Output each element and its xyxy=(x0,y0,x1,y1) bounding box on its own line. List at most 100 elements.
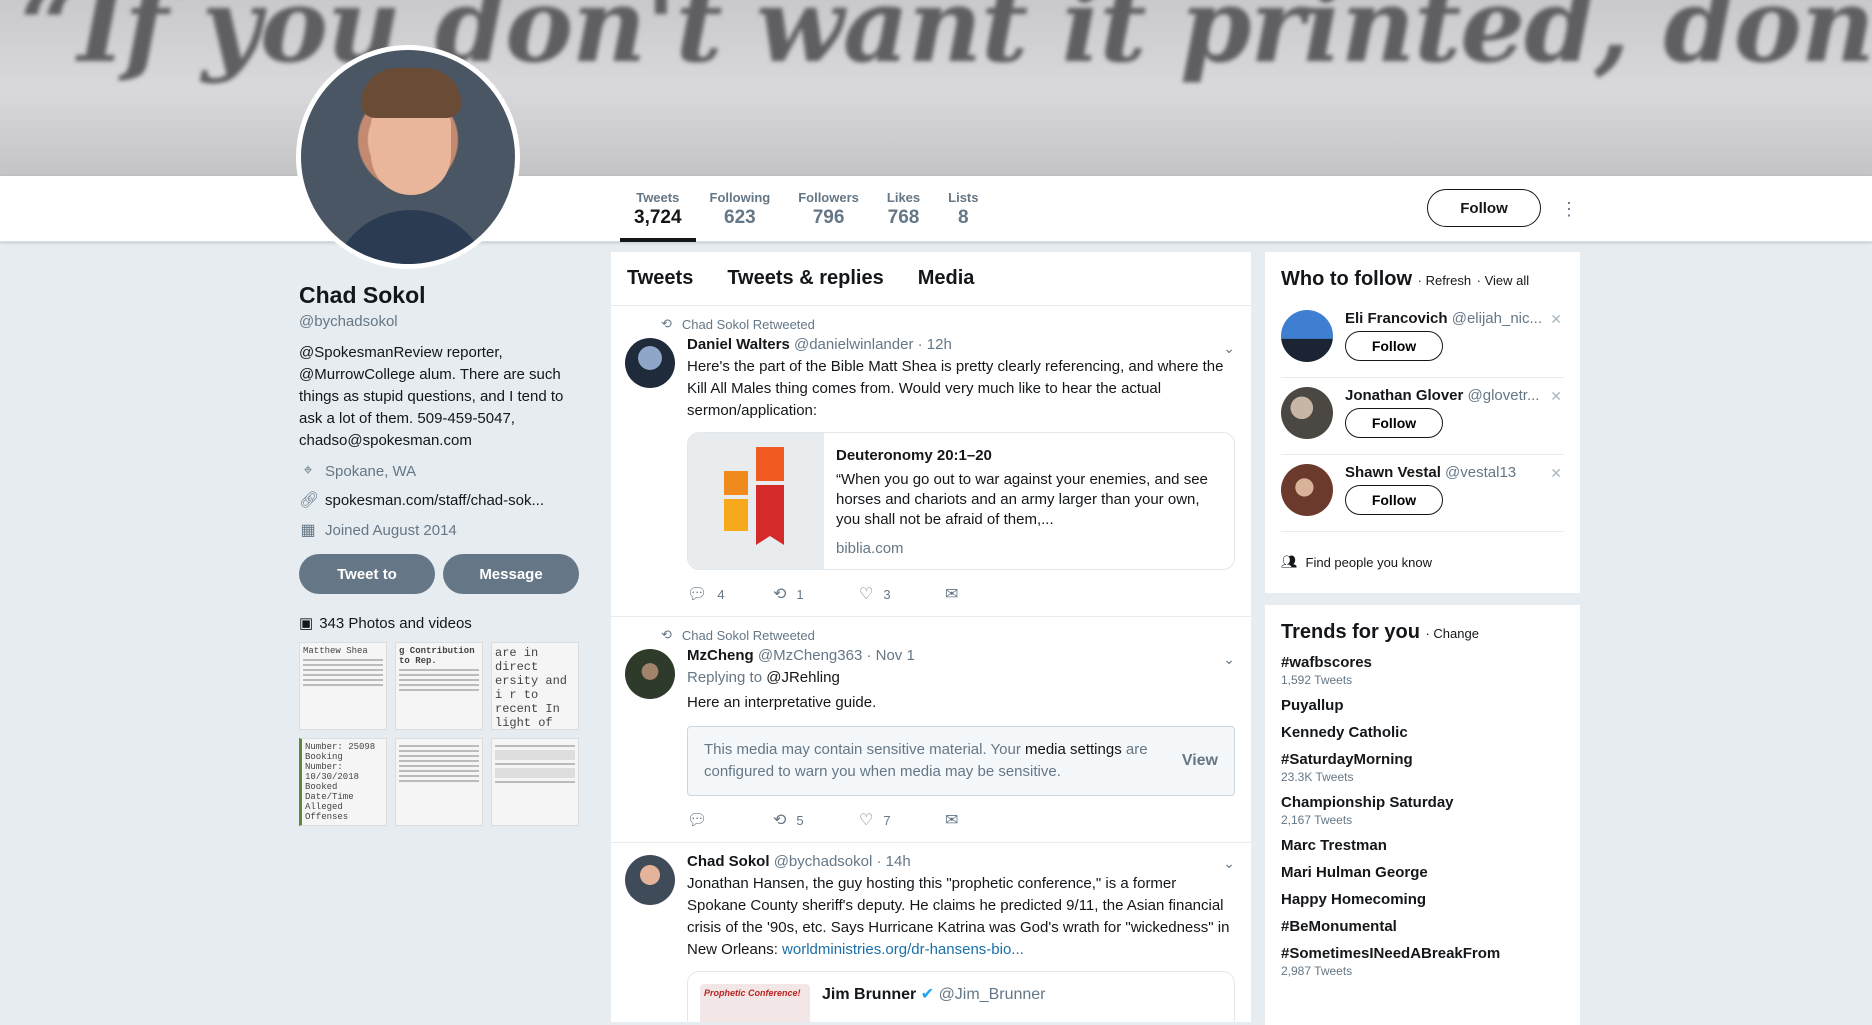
tab-media[interactable]: Media xyxy=(918,267,975,290)
trend-item[interactable]: #BeMonumental xyxy=(1281,918,1564,935)
suggested-user-handle[interactable]: @elijah_nic... xyxy=(1452,310,1542,327)
trend-item[interactable]: Marc Trestman xyxy=(1281,837,1564,854)
change-trends-link[interactable]: · Change xyxy=(1425,626,1478,641)
direct-message-button[interactable]: ✉ xyxy=(945,810,1031,830)
follow-suggested-button[interactable]: Follow xyxy=(1345,408,1443,438)
trend-item[interactable]: Championship Saturday 2,167 Tweets xyxy=(1281,794,1564,827)
like-button[interactable]: ♡ 3 xyxy=(859,584,945,604)
tweet-author-name[interactable]: Chad Sokol xyxy=(687,853,770,870)
message-button[interactable]: Message xyxy=(443,554,579,594)
refresh-link[interactable]: · Refresh xyxy=(1418,273,1471,288)
trend-item[interactable]: Mari Hulman George xyxy=(1281,864,1564,881)
reply-icon: 💬︎ xyxy=(687,812,708,829)
chevron-down-icon[interactable]: ⌄ xyxy=(1223,340,1235,357)
photo-icon: ▣ xyxy=(299,615,314,632)
photo-thumbnail[interactable]: Matthew Shea xyxy=(299,642,387,730)
like-button[interactable]: ♡ 7 xyxy=(859,810,945,830)
trend-item[interactable]: Happy Homecoming xyxy=(1281,891,1564,908)
tweet-time[interactable]: · 14h xyxy=(876,853,910,870)
avatar[interactable] xyxy=(625,855,675,905)
photo-thumbnail[interactable]: g Contribution to Rep. xyxy=(395,642,483,730)
tweet-author-handle[interactable]: @danielwinlander xyxy=(794,336,913,353)
retweet-button[interactable]: ⟲ 5 xyxy=(773,810,859,830)
tweet[interactable]: ⟲ Chad Sokol Retweeted ⌄ MzCheng @MzCheng… xyxy=(611,617,1251,843)
stat-likes[interactable]: Likes 768 xyxy=(873,176,934,242)
follow-suggested-button[interactable]: Follow xyxy=(1345,485,1443,515)
tweet-time[interactable]: · Nov 1 xyxy=(866,647,914,664)
tweet-author-name[interactable]: Daniel Walters xyxy=(687,336,790,353)
view-all-link[interactable]: · View all xyxy=(1477,273,1530,288)
link-card[interactable]: Deuteronomy 20:1–20 “When you go out to … xyxy=(687,432,1235,570)
find-people-link[interactable]: 👥︎ Find people you know xyxy=(1281,554,1564,570)
trend-item[interactable]: Puyallup xyxy=(1281,697,1564,714)
card-logo xyxy=(688,433,824,569)
profile-name[interactable]: Chad Sokol xyxy=(299,282,589,309)
dismiss-icon[interactable]: ✕ xyxy=(1550,388,1562,405)
trend-item[interactable]: #wafbscores 1,592 Tweets xyxy=(1281,654,1564,687)
avatar[interactable] xyxy=(625,338,675,388)
tab-tweets[interactable]: Tweets xyxy=(627,267,693,290)
suggested-user-name[interactable]: Shawn Vestal xyxy=(1345,464,1441,481)
follow-suggested-button[interactable]: Follow xyxy=(1345,331,1443,361)
suggested-user-handle[interactable]: @glovetr... xyxy=(1468,387,1540,404)
avatar[interactable] xyxy=(1281,310,1333,362)
retweet-button[interactable]: ⟲ 1 xyxy=(773,584,859,604)
tweet-author-handle[interactable]: @MzCheng363 xyxy=(758,647,862,664)
tweet-author-handle[interactable]: @bychadsokol xyxy=(774,853,873,870)
suggested-user: Shawn Vestal @vestal13 Follow ✕ xyxy=(1281,455,1564,532)
tweet[interactable]: ⟲ Chad Sokol Retweeted ⌄ Daniel Walters @… xyxy=(611,306,1251,617)
quoted-tweet[interactable]: Prophetic Conference! Jim Brunner ✔ @Jim… xyxy=(687,971,1235,1022)
dismiss-icon[interactable]: ✕ xyxy=(1550,311,1562,328)
quoted-author-name[interactable]: Jim Brunner xyxy=(822,986,916,1003)
follow-button[interactable]: Follow xyxy=(1427,189,1541,227)
more-options-icon[interactable]: ⋮ xyxy=(1560,197,1578,221)
replying-to-link[interactable]: @JRehling xyxy=(766,669,840,686)
profile-url-link[interactable]: spokesman.com/staff/chad-sok... xyxy=(325,492,544,509)
photo-thumbnail[interactable] xyxy=(395,738,483,826)
bio-link-murrowcollege[interactable]: @MurrowCollege xyxy=(299,366,415,383)
stat-tweets[interactable]: Tweets 3,724 xyxy=(620,176,696,242)
trend-item[interactable]: #SaturdayMorning 23.3K Tweets xyxy=(1281,751,1564,784)
direct-message-button[interactable]: ✉ xyxy=(945,584,1031,604)
trend-item[interactable]: Kennedy Catholic xyxy=(1281,724,1564,741)
photo-thumbnail[interactable]: are in direct ersity and i r to recent I… xyxy=(491,642,579,730)
reply-button[interactable]: 💬︎ xyxy=(687,810,773,830)
stat-followers[interactable]: Followers 796 xyxy=(784,176,873,242)
envelope-icon: ✉ xyxy=(945,812,959,829)
tweet-time[interactable]: · 12h xyxy=(918,336,952,353)
suggested-user-name[interactable]: Jonathan Glover xyxy=(1345,387,1463,404)
avatar[interactable] xyxy=(1281,387,1333,439)
suggested-user-handle[interactable]: @vestal13 xyxy=(1445,464,1516,481)
tweet[interactable]: ⌄ Chad Sokol @bychadsokol · 14h Jonathan… xyxy=(611,843,1251,1022)
people-icon: 👥︎ xyxy=(1281,554,1298,569)
trends-title: Trends for you · Change xyxy=(1281,621,1479,643)
avatar[interactable] xyxy=(625,649,675,699)
profile-url: 🔗︎ spokesman.com/staff/chad-sok... xyxy=(299,490,589,510)
stat-following[interactable]: Following 623 xyxy=(696,176,785,242)
profile-avatar[interactable] xyxy=(296,45,520,269)
view-sensitive-button[interactable]: View xyxy=(1182,752,1218,770)
suggested-user-name[interactable]: Eli Francovich xyxy=(1345,310,1448,327)
card-description: “When you go out to war against your ene… xyxy=(836,471,1208,528)
photo-thumbnail[interactable]: Number: 25098 Booking Number: 10/30/2018… xyxy=(299,738,387,826)
media-settings-link[interactable]: media settings xyxy=(1025,741,1122,758)
quoted-author-handle[interactable]: @Jim_Brunner xyxy=(939,986,1046,1003)
reply-button[interactable]: 💬︎ 4 xyxy=(687,584,773,604)
trend-item[interactable]: #SometimesINeedABreakFrom 2,987 Tweets xyxy=(1281,945,1564,978)
profile-banner: “If you don't want it printed, don't let… xyxy=(0,0,1872,176)
profile-handle[interactable]: @bychadsokol xyxy=(299,313,589,330)
avatar[interactable] xyxy=(1281,464,1333,516)
tab-tweets-replies[interactable]: Tweets & replies xyxy=(727,267,883,290)
chevron-down-icon[interactable]: ⌄ xyxy=(1223,651,1235,668)
photo-grid: Matthew Shea g Contribution to Rep. are … xyxy=(299,642,589,826)
chevron-down-icon[interactable]: ⌄ xyxy=(1223,855,1235,872)
photo-thumbnail[interactable] xyxy=(491,738,579,826)
dismiss-icon[interactable]: ✕ xyxy=(1550,465,1562,482)
tweet-timeline: Tweets Tweets & replies Media ⟲ Chad Soko… xyxy=(611,252,1251,1022)
tweet-link[interactable]: worldministries.org/dr-hansens-bio... xyxy=(782,941,1024,958)
photos-videos-link[interactable]: ▣ 343 Photos and videos xyxy=(299,614,589,633)
tweet-to-button[interactable]: Tweet to xyxy=(299,554,435,594)
bio-link-spokesmanreview[interactable]: @SpokesmanReview xyxy=(299,344,443,361)
stat-lists[interactable]: Lists 8 xyxy=(934,176,992,242)
tweet-author-name[interactable]: MzCheng xyxy=(687,647,754,664)
